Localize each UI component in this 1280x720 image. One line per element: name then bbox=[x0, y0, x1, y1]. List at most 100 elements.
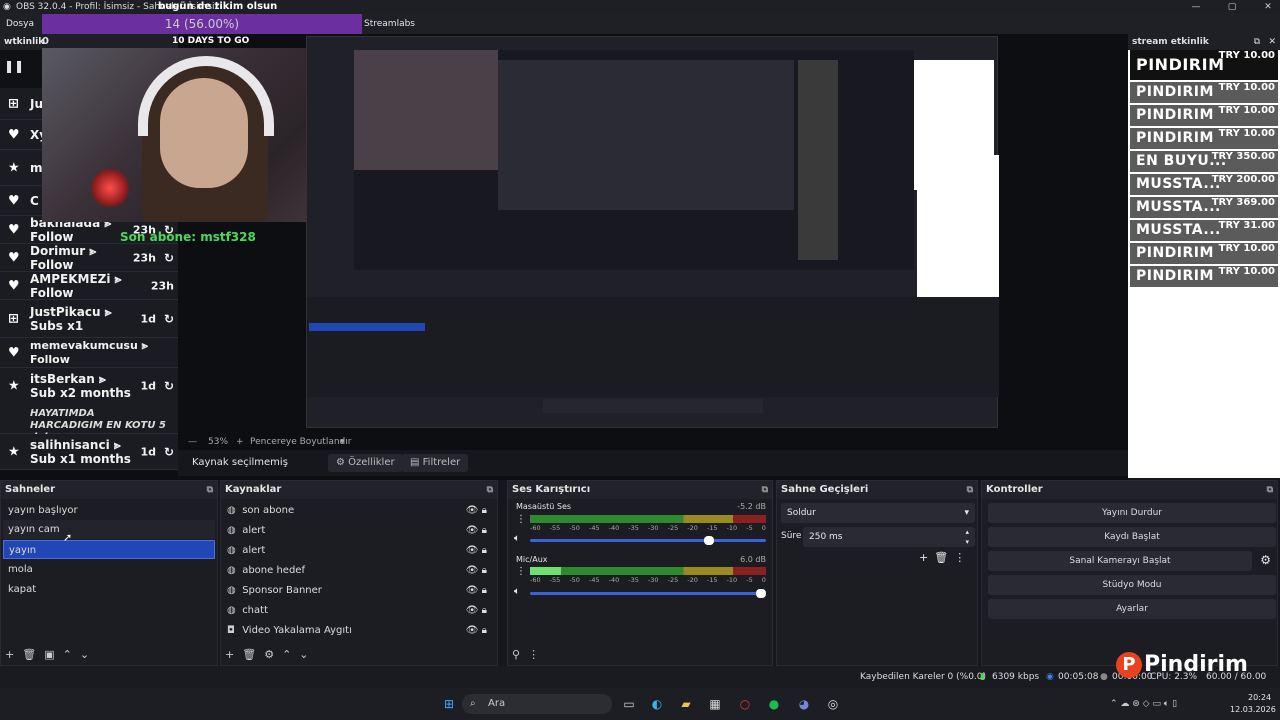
edge-icon[interactable]: ◐ bbox=[648, 696, 666, 712]
scene-item[interactable]: yayın başlıyor bbox=[3, 501, 215, 520]
donation-row[interactable]: EN BUYU... TRY 350.00 bbox=[1130, 151, 1278, 172]
link-icon[interactable]: ⚲ bbox=[512, 648, 528, 661]
fit-dropdown[interactable]: Pencereye Boyutlandır bbox=[250, 434, 351, 450]
more-icon[interactable]: ⋮ bbox=[954, 551, 971, 564]
start-virtual-camera-button[interactable]: Sanal Kamerayı Başlat bbox=[988, 551, 1252, 571]
properties-button[interactable]: ⚙ Özellikler bbox=[328, 454, 403, 472]
filter-icon[interactable]: ▣ bbox=[44, 648, 62, 661]
source-item[interactable]: ◘ Video Yakalama Aygıtı 👁︎ 🔒︎ bbox=[227, 621, 491, 640]
add-icon[interactable]: + bbox=[919, 551, 934, 564]
minimize-button[interactable]: — bbox=[1184, 0, 1208, 14]
close-button[interactable]: ✕ bbox=[1256, 0, 1280, 14]
list-item[interactable]: ♥ memevakumcusu ⪢ Follow bbox=[0, 338, 178, 368]
arrow-down-icon[interactable]: ⌄ bbox=[80, 648, 97, 661]
speaker-icon[interactable]: 🔈︎ bbox=[514, 586, 520, 597]
spotify-icon[interactable]: ● bbox=[765, 696, 783, 712]
donation-row[interactable]: PINDIRIM TRY 10.00 bbox=[1130, 128, 1278, 149]
trash-icon[interactable]: 🗑︎ bbox=[934, 551, 954, 564]
scene-item-selected[interactable]: yayın bbox=[3, 540, 215, 559]
source-item[interactable]: ◍ abone hedef 👁︎ 🔒︎ bbox=[227, 561, 491, 580]
maximize-button[interactable]: ▢ bbox=[1220, 0, 1244, 14]
speaker-icon[interactable]: 🔈︎ bbox=[514, 533, 520, 544]
eye-icon[interactable]: 👁︎ 🔒︎ bbox=[466, 621, 487, 640]
obs-taskbar-icon[interactable]: ◎ bbox=[824, 696, 842, 712]
volume-slider[interactable] bbox=[530, 536, 766, 545]
eye-icon[interactable]: 👁︎ 🔒︎ bbox=[466, 541, 487, 560]
filters-button[interactable]: ▤ Filtreler bbox=[402, 454, 469, 472]
donation-row[interactable]: MUSSTA... TRY 369.00 bbox=[1130, 197, 1278, 218]
trash-icon[interactable]: 🗑︎ bbox=[242, 648, 264, 661]
pause-icon[interactable]: ❚❚ bbox=[4, 59, 24, 73]
taskbar-search[interactable]: ⌕ Ara bbox=[462, 694, 612, 714]
replay-icon[interactable]: ↻ bbox=[164, 251, 174, 265]
trash-icon[interactable]: 🗑︎ bbox=[22, 648, 44, 661]
replay-icon[interactable]: ↻ bbox=[164, 312, 174, 326]
stop-streaming-button[interactable]: Yayını Durdur bbox=[988, 503, 1276, 523]
donation-row[interactable]: PINDIRIM TRY 10.00 bbox=[1130, 82, 1278, 103]
transition-select[interactable]: Soldur ▾ bbox=[781, 503, 975, 523]
source-item[interactable]: ◍ son abone 👁︎ 🔒︎ bbox=[227, 501, 491, 520]
list-item[interactable]: ⊞ JustPikacu ⪢ Subs x1 1d ↻ bbox=[0, 300, 178, 338]
donation-row[interactable]: MUSSTA... TRY 200.00 bbox=[1130, 174, 1278, 195]
tray-icons[interactable]: ⌃ ☁ ⊛ ◇ ▭ 🔈︎ ▯ bbox=[1110, 696, 1220, 712]
popout-icon[interactable]: ⧉ bbox=[487, 481, 493, 499]
folder-icon[interactable]: ▰ bbox=[677, 696, 695, 712]
zoom-out-icon[interactable]: — bbox=[188, 434, 197, 450]
scene-item[interactable]: kapat bbox=[3, 580, 215, 599]
opera-icon[interactable]: ○ bbox=[736, 696, 754, 712]
discord-icon[interactable]: ◕ bbox=[795, 696, 813, 712]
volume-slider[interactable] bbox=[530, 589, 766, 598]
list-item[interactable]: ★ itsBerkan ⪢ Sub x2 months 1d ↻ HAYATIM… bbox=[0, 368, 178, 443]
source-item[interactable]: ◍ alert 👁︎ 🔒︎ bbox=[227, 521, 491, 540]
more-icon[interactable]: ⋮ bbox=[528, 648, 547, 661]
chevron-down-icon[interactable]: ▾ bbox=[340, 434, 345, 450]
donation-row[interactable]: PINDIRIM TRY 10.00 bbox=[1130, 266, 1278, 287]
donation-row[interactable]: PINDIRIM TRY 10.00 bbox=[1130, 105, 1278, 126]
studio-mode-button[interactable]: Stüdyo Modu bbox=[988, 575, 1276, 595]
donation-row[interactable]: PINDIRIM TRY 10.00 bbox=[1130, 243, 1278, 264]
add-icon[interactable]: + bbox=[225, 648, 242, 661]
menu-streamlabs[interactable]: Streamlabs bbox=[364, 14, 415, 34]
popout-icon[interactable]: ⧉ bbox=[762, 481, 768, 499]
taskbar-explorer-icon[interactable]: ▭ bbox=[620, 696, 638, 712]
volume-knob[interactable] bbox=[756, 589, 766, 598]
zoom-plus-icon[interactable]: + bbox=[236, 434, 244, 450]
eye-icon[interactable]: 👁︎ 🔒︎ bbox=[466, 501, 487, 520]
more-icon[interactable]: ⋮ bbox=[516, 514, 526, 525]
arrow-up-icon[interactable]: ⌃ bbox=[63, 648, 80, 661]
gear-icon[interactable]: ⚙ bbox=[1260, 553, 1271, 567]
settings-button[interactable]: Ayarlar bbox=[988, 599, 1276, 619]
more-icon[interactable]: ⋮ bbox=[516, 566, 526, 577]
donation-row[interactable]: PINDIRIM TRY 10.00 bbox=[1130, 50, 1278, 80]
replay-icon[interactable]: ↻ bbox=[164, 379, 174, 393]
list-item[interactable]: ♥ AMPEKMEZi ⪢ Follow 23h bbox=[0, 272, 178, 300]
gear-icon[interactable]: ⚙ bbox=[264, 648, 282, 661]
popout-icon[interactable]: ⧉ bbox=[967, 481, 973, 499]
list-item[interactable]: ♥ Dorimur ⪢ Follow 23h ↻ bbox=[0, 244, 178, 272]
scene-item[interactable]: mola bbox=[3, 560, 215, 579]
source-item[interactable]: ◍ Sponsor Banner 👁︎ 🔒︎ bbox=[227, 581, 491, 600]
popout-icon[interactable]: ⧉ bbox=[1267, 481, 1273, 499]
menu-dosya[interactable]: Dosya bbox=[6, 14, 34, 34]
popout-icon[interactable]: ⧉ bbox=[1254, 34, 1260, 50]
store-icon[interactable]: ▦ bbox=[706, 696, 724, 712]
volume-knob[interactable] bbox=[704, 536, 715, 545]
source-item[interactable]: ◍ chatt 👁︎ 🔒︎ bbox=[227, 601, 491, 620]
eye-icon[interactable]: 👁︎ 🔒︎ bbox=[466, 561, 487, 580]
eye-icon[interactable]: 👁︎ 🔒︎ bbox=[466, 521, 487, 540]
source-item[interactable]: ◍ alert 👁︎ 🔒︎ bbox=[227, 541, 491, 560]
popout-icon[interactable]: ⧉ bbox=[207, 481, 213, 499]
spin-arrows-icon[interactable]: ▴ ▾ bbox=[965, 527, 969, 547]
eye-icon[interactable]: 👁︎ 🔒︎ bbox=[466, 581, 487, 600]
donation-row[interactable]: MUSSTA... TRY 31.00 bbox=[1130, 220, 1278, 241]
arrow-down-icon[interactable]: ⌄ bbox=[299, 648, 316, 661]
start-recording-button[interactable]: Kaydı Başlat bbox=[988, 527, 1276, 547]
add-icon[interactable]: + bbox=[5, 648, 22, 661]
list-item[interactable]: ★ salihnisanci ⪢ Sub x1 months 1d ↻ bbox=[0, 434, 178, 470]
close-icon[interactable]: ✕ bbox=[1268, 34, 1276, 50]
windows-start-icon[interactable]: ⊞ bbox=[440, 696, 458, 712]
arrow-up-icon[interactable]: ⌃ bbox=[282, 648, 299, 661]
replay-icon[interactable]: ↻ bbox=[164, 445, 174, 459]
scene-item[interactable]: yayın cam bbox=[3, 520, 215, 539]
eye-icon[interactable]: 👁︎ 🔒︎ bbox=[466, 601, 487, 620]
